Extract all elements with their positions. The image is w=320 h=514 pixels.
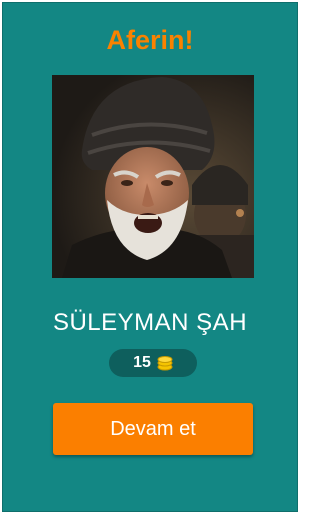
result-screen: Aferin! SÜLEYMAN ŞAH 15 Devam et	[2, 2, 298, 512]
character-photo	[52, 75, 254, 278]
continue-button[interactable]: Devam et	[53, 403, 253, 455]
result-title: Aferin!	[106, 25, 194, 55]
coin-stack-icon	[157, 355, 173, 371]
answer-name: SÜLEYMAN ŞAH	[52, 309, 248, 336]
character-portrait	[52, 75, 254, 278]
coin-counter: 15	[109, 349, 197, 377]
coin-count: 15	[133, 354, 151, 371]
